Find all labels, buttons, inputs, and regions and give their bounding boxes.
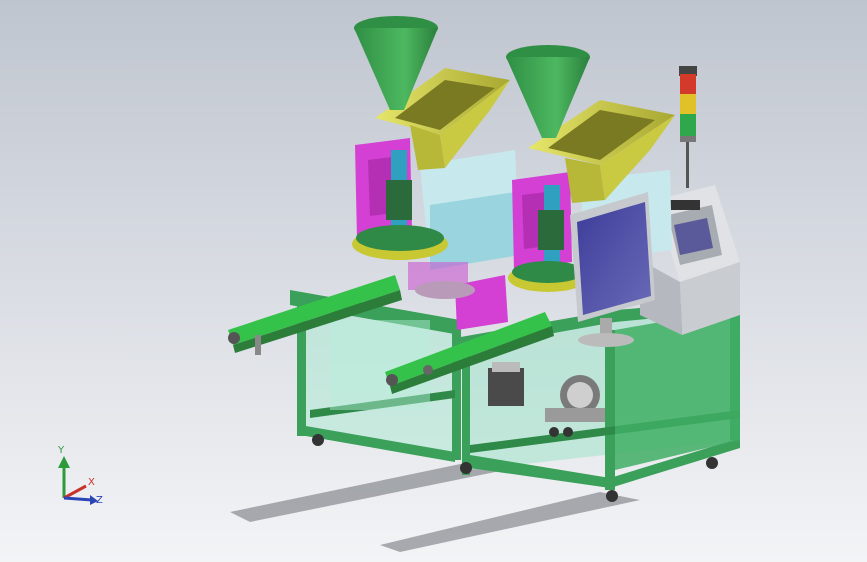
y-axis-label: Y <box>57 445 65 456</box>
machine-model[interactable]: Y X Z <box>0 0 867 562</box>
z-axis-label: Z <box>96 495 103 506</box>
cad-3d-viewport[interactable]: Y X Z <box>0 0 867 562</box>
x-axis-arrow <box>63 484 87 500</box>
z-axis-arrow <box>63 496 93 502</box>
coordinate-triad: Y X Z <box>57 445 103 506</box>
x-axis-label: X <box>88 477 95 488</box>
stack-light <box>679 66 697 188</box>
